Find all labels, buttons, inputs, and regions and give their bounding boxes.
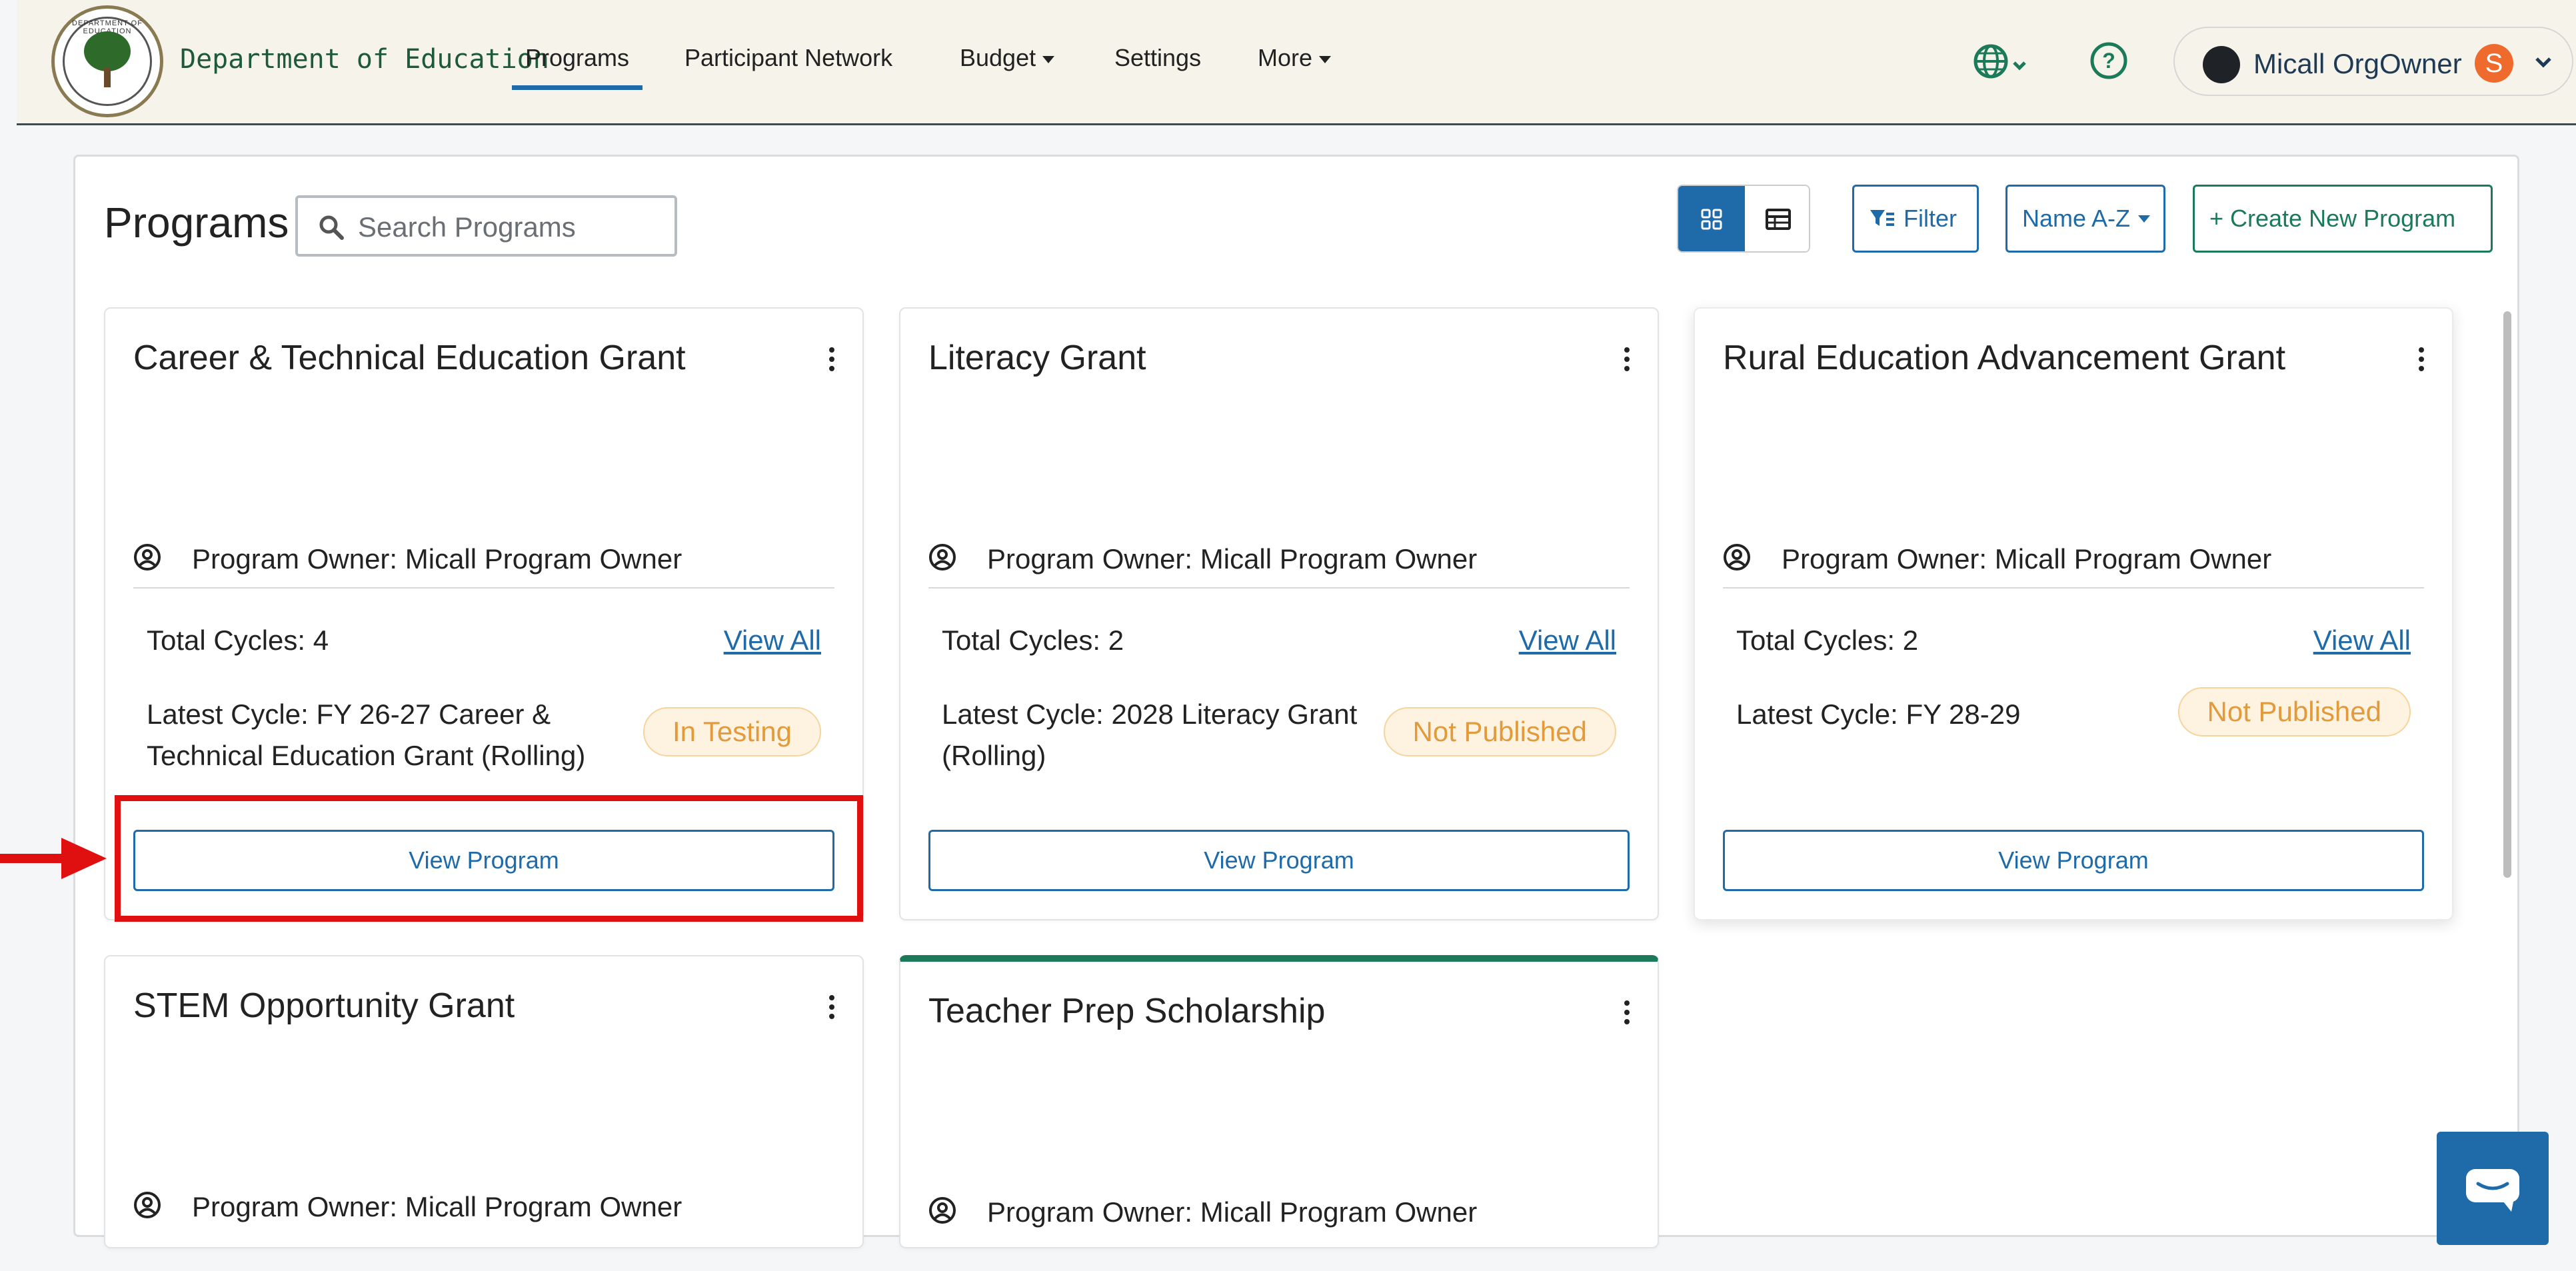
program-title: Teacher Prep Scholarship	[928, 992, 1326, 1030]
help-button[interactable]: ?	[2089, 41, 2128, 80]
user-circle-icon	[134, 544, 161, 571]
latest-cycle: Latest Cycle: 2028 Literacy Grant (Rolli…	[942, 698, 1358, 771]
chat-widget-button[interactable]	[2437, 1132, 2549, 1245]
program-card: Rural Education Advancement Grant Progra…	[1694, 307, 2453, 920]
seal-tree-icon	[84, 31, 131, 71]
program-owner: Program Owner: Micall Program Owner	[987, 1196, 1478, 1228]
filter-label: Filter	[1904, 205, 1957, 232]
program-owner: Program Owner: Micall Program Owner	[192, 1191, 682, 1222]
highlight-box	[115, 795, 863, 922]
globe-icon	[1973, 44, 2026, 79]
nav-budget-label: Budget	[960, 44, 1036, 71]
program-card: STEM Opportunity Grant Program Owner: Mi…	[104, 955, 864, 1248]
total-cycles: Total Cycles: 2	[942, 625, 1124, 656]
view-program-button[interactable]: View Program	[928, 830, 1630, 891]
programs-panel: Programs Search Programs Filter Name A-Z…	[73, 155, 2519, 1248]
caret-down-icon	[1319, 55, 1332, 63]
search-input[interactable]	[358, 210, 664, 245]
program-owner: Program Owner: Micall Program Owner	[192, 543, 682, 575]
divider	[1723, 587, 2424, 589]
nav-settings[interactable]: Settings	[1114, 44, 1201, 72]
program-title: Literacy Grant	[928, 339, 1146, 377]
kebab-menu-icon[interactable]	[825, 347, 838, 374]
search-icon	[319, 215, 344, 240]
user-circle-icon	[929, 544, 956, 571]
status-badge: In Testing	[643, 707, 821, 756]
user-circle-icon	[1724, 544, 1750, 571]
program-title: STEM Opportunity Grant	[133, 986, 515, 1025]
user-circle-icon	[929, 1197, 956, 1224]
program-owner: Program Owner: Micall Program Owner	[987, 543, 1478, 575]
search-box[interactable]	[295, 195, 677, 257]
nav-budget[interactable]: Budget	[960, 44, 1055, 72]
chevron-down-icon	[2535, 57, 2551, 68]
view-all-link[interactable]: View All	[2313, 625, 2411, 656]
seal-trunk-icon	[104, 67, 111, 87]
grid-view-button[interactable]	[1678, 186, 1745, 251]
red-arrow-icon	[0, 838, 107, 879]
top-navigation-bar: DEPARTMENT OF EDUCATION Department of Ed…	[17, 0, 2576, 125]
organization-name[interactable]: Department of Education	[180, 44, 549, 75]
latest-cycle: Latest Cycle: FY 26-27 Career & Technica…	[147, 698, 586, 771]
caret-down-icon	[1042, 55, 1055, 63]
sort-label: Name A-Z	[2022, 205, 2131, 232]
view-all-link[interactable]: View All	[1519, 625, 1616, 656]
filter-icon	[1870, 210, 1894, 226]
department-seal-logo[interactable]: DEPARTMENT OF EDUCATION	[51, 5, 163, 117]
scrollbar[interactable]	[2503, 297, 2514, 1216]
nav-more[interactable]: More	[1258, 44, 1332, 72]
kebab-menu-icon[interactable]	[825, 995, 838, 1022]
filter-button[interactable]: Filter	[1852, 185, 1979, 253]
table-view-button[interactable]	[1745, 186, 1809, 251]
total-cycles: Total Cycles: 2	[1736, 625, 1919, 656]
nav-participant-network[interactable]: Participant Network	[684, 44, 892, 72]
language-selector[interactable]	[1973, 40, 2039, 83]
divider	[133, 587, 834, 589]
kebab-menu-icon[interactable]	[2415, 347, 2428, 374]
scrollbar-thumb[interactable]	[2503, 311, 2511, 878]
chat-bubble-icon	[2466, 1169, 2519, 1212]
create-new-program-button[interactable]: + Create New Program	[2193, 185, 2493, 253]
program-card: Teacher Prep Scholarship Program Owner: …	[899, 955, 1659, 1248]
program-title: Career & Technical Education Grant	[133, 339, 686, 377]
kebab-menu-icon[interactable]	[1620, 1000, 1634, 1027]
program-card: Literacy Grant Program Owner: Micall Pro…	[899, 307, 1659, 920]
caret-down-icon	[2138, 215, 2151, 223]
user-menu[interactable]: Micall OrgOwner S	[2173, 27, 2573, 96]
nav-more-label: More	[1258, 44, 1313, 71]
status-badge: Not Published	[2177, 687, 2411, 736]
kebab-menu-icon[interactable]	[1620, 347, 1634, 374]
question-circle-icon: ?	[2090, 42, 2127, 79]
svg-text:?: ?	[2102, 49, 2115, 73]
user-name: Micall OrgOwner	[2253, 48, 2462, 79]
user-org-badge: S	[2475, 44, 2513, 83]
sort-dropdown[interactable]: Name A-Z	[2005, 185, 2165, 253]
program-owner: Program Owner: Micall Program Owner	[1782, 543, 2272, 575]
latest-cycle: Latest Cycle: FY 28-29	[1736, 698, 2021, 730]
grid-icon	[1701, 209, 1722, 230]
total-cycles: Total Cycles: 4	[147, 625, 329, 656]
divider	[928, 587, 1630, 589]
view-program-button[interactable]: View Program	[1723, 830, 2424, 891]
user-circle-icon	[134, 1192, 161, 1218]
table-icon	[1766, 209, 1791, 230]
view-all-link[interactable]: View All	[724, 625, 821, 656]
view-toggle	[1677, 185, 1810, 253]
nav-programs[interactable]: Programs	[511, 44, 643, 90]
avatar	[2203, 46, 2240, 83]
status-badge: Not Published	[1383, 707, 1616, 756]
program-title: Rural Education Advancement Grant	[1723, 339, 2286, 377]
page-title: Programs	[104, 199, 289, 247]
